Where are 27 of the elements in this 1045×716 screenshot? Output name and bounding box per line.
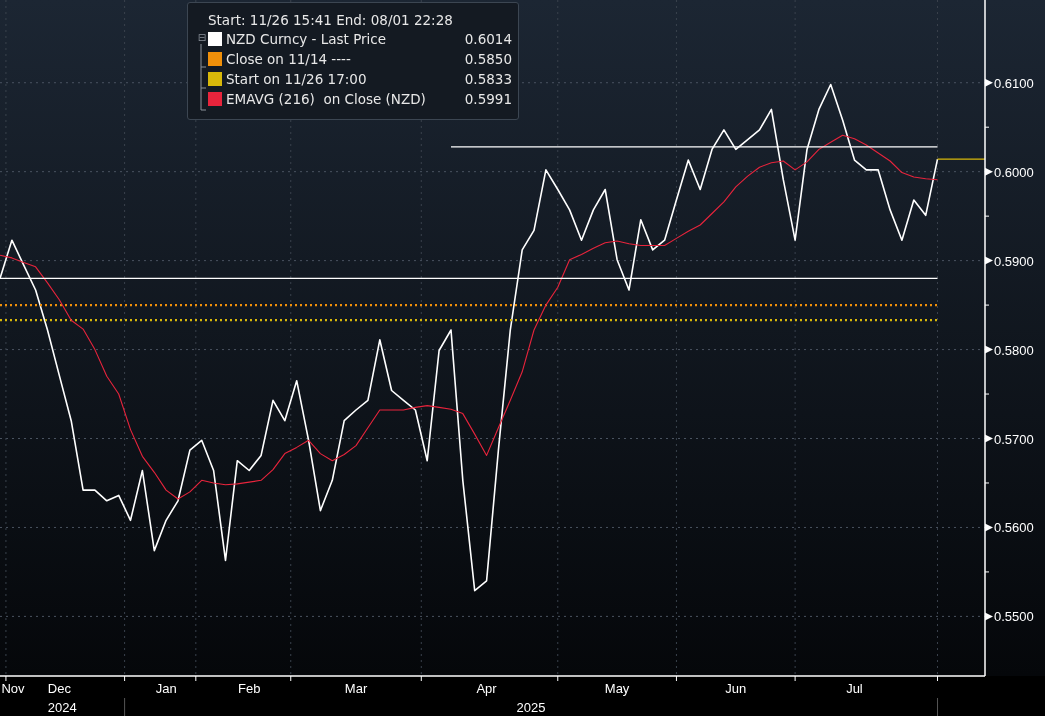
axis-label: Mar: [344, 681, 368, 696]
axis-label: 0.5900: [994, 253, 1034, 269]
legend-value: 0.5833: [464, 71, 512, 87]
legend-value: 0.5850: [464, 51, 512, 67]
axis-label: Jun: [725, 681, 747, 696]
axis-label: Feb: [238, 681, 261, 696]
axis-label: 0.5600: [994, 520, 1034, 536]
axis-label: Jan: [155, 681, 177, 696]
legend-value: 0.6014: [464, 31, 512, 47]
axis-label: 0.6000: [994, 164, 1034, 180]
axis-label: 0.5500: [994, 609, 1034, 625]
legend-header: Start: 11/26 15:41 End: 08/01 22:28: [208, 11, 454, 29]
legend-label: Start on 11/26 17:00: [226, 71, 368, 87]
axis-label: Jul: [846, 681, 863, 696]
axis-label: 0.5700: [994, 431, 1034, 447]
year-label: 2024: [47, 700, 77, 715]
axis-label: 0.6100: [994, 75, 1034, 91]
legend-label: EMAVG (216) on Close (NZD): [226, 91, 427, 107]
axis-label: Dec: [47, 681, 71, 696]
axis-label: Apr: [476, 681, 497, 696]
axis-label: 0.5800: [994, 342, 1034, 358]
legend-value: 0.5991: [464, 91, 512, 107]
axis-label: Nov: [1, 681, 25, 696]
legend-label: NZD Curncy - Last Price: [226, 31, 388, 47]
legend-label: Close on 11/14 ----: [226, 51, 352, 67]
axis-label: May: [604, 681, 630, 696]
year-label: 2025: [516, 700, 546, 715]
